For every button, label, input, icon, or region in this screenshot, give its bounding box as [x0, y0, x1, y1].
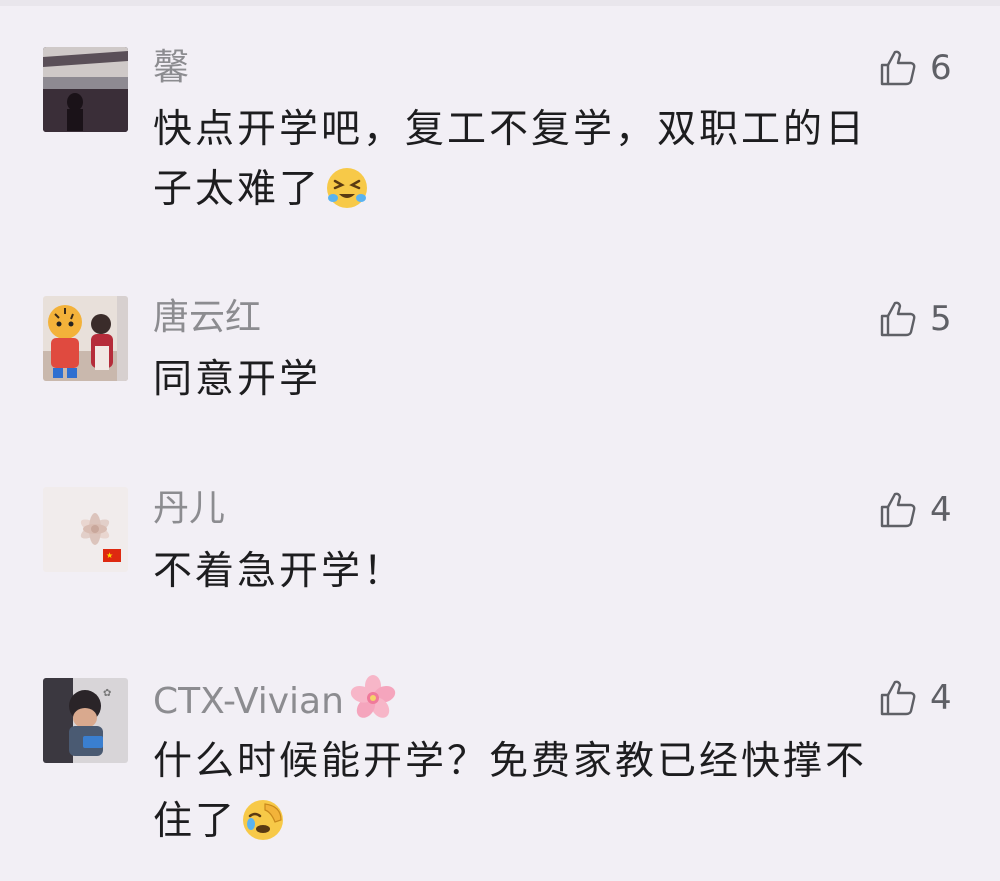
- commenter-name[interactable]: 馨: [153, 46, 189, 90]
- thumbs-up-icon: [878, 490, 918, 530]
- thumbs-up-icon: [878, 678, 918, 718]
- commenter-name[interactable]: CTX-Vivian: [153, 673, 398, 724]
- comment-text-line: 同意开学: [153, 357, 322, 402]
- like-button[interactable]: 4: [878, 676, 952, 720]
- commenter-name[interactable]: 唐云红: [153, 296, 261, 340]
- comment-text: 什么时候能开学？免费家教已经快撑不 住了: [153, 732, 928, 852]
- comment-text: 不着急开学！: [153, 542, 928, 602]
- commenter-name[interactable]: 丹儿: [153, 487, 225, 531]
- comment-text-line: 快点开学吧，复工不复学，双职工的日: [153, 107, 868, 152]
- avatar[interactable]: ★: [43, 487, 128, 572]
- like-button[interactable]: 5: [878, 297, 952, 341]
- like-count: 4: [930, 490, 952, 530]
- crying-laughing-emoji-icon: [325, 166, 369, 210]
- like-count: 4: [930, 678, 952, 718]
- top-strip: [0, 0, 1000, 6]
- comment-text-line: 不着急开学！: [153, 549, 406, 594]
- comment-text-line: 住了: [153, 799, 238, 844]
- avatar[interactable]: ✿: [43, 678, 128, 763]
- facepalm-crying-emoji-icon: [241, 798, 285, 842]
- like-count: 6: [930, 48, 952, 88]
- svg-text:✿: ✿: [103, 688, 111, 699]
- comment-text: 快点开学吧，复工不复学，双职工的日 子太难了: [153, 100, 928, 220]
- avatar[interactable]: [43, 47, 128, 132]
- commenter-name-text: CTX-Vivian: [153, 681, 344, 722]
- comment-text-line: 子太难了: [153, 167, 322, 212]
- thumbs-up-icon: [878, 299, 918, 339]
- comment-text-line-wrap: 子太难了: [153, 160, 928, 220]
- like-count: 5: [930, 299, 952, 339]
- comment-text: 同意开学: [153, 350, 928, 410]
- comment-text-line: 什么时候能开学？免费家教已经快撑不: [153, 739, 868, 784]
- cherry-blossom-icon: [348, 673, 398, 723]
- avatar[interactable]: [43, 296, 128, 381]
- comment-text-line-wrap: 住了: [153, 792, 928, 852]
- svg-text:★: ★: [106, 551, 113, 560]
- thumbs-up-icon: [878, 48, 918, 88]
- like-button[interactable]: 6: [878, 46, 952, 90]
- like-button[interactable]: 4: [878, 488, 952, 532]
